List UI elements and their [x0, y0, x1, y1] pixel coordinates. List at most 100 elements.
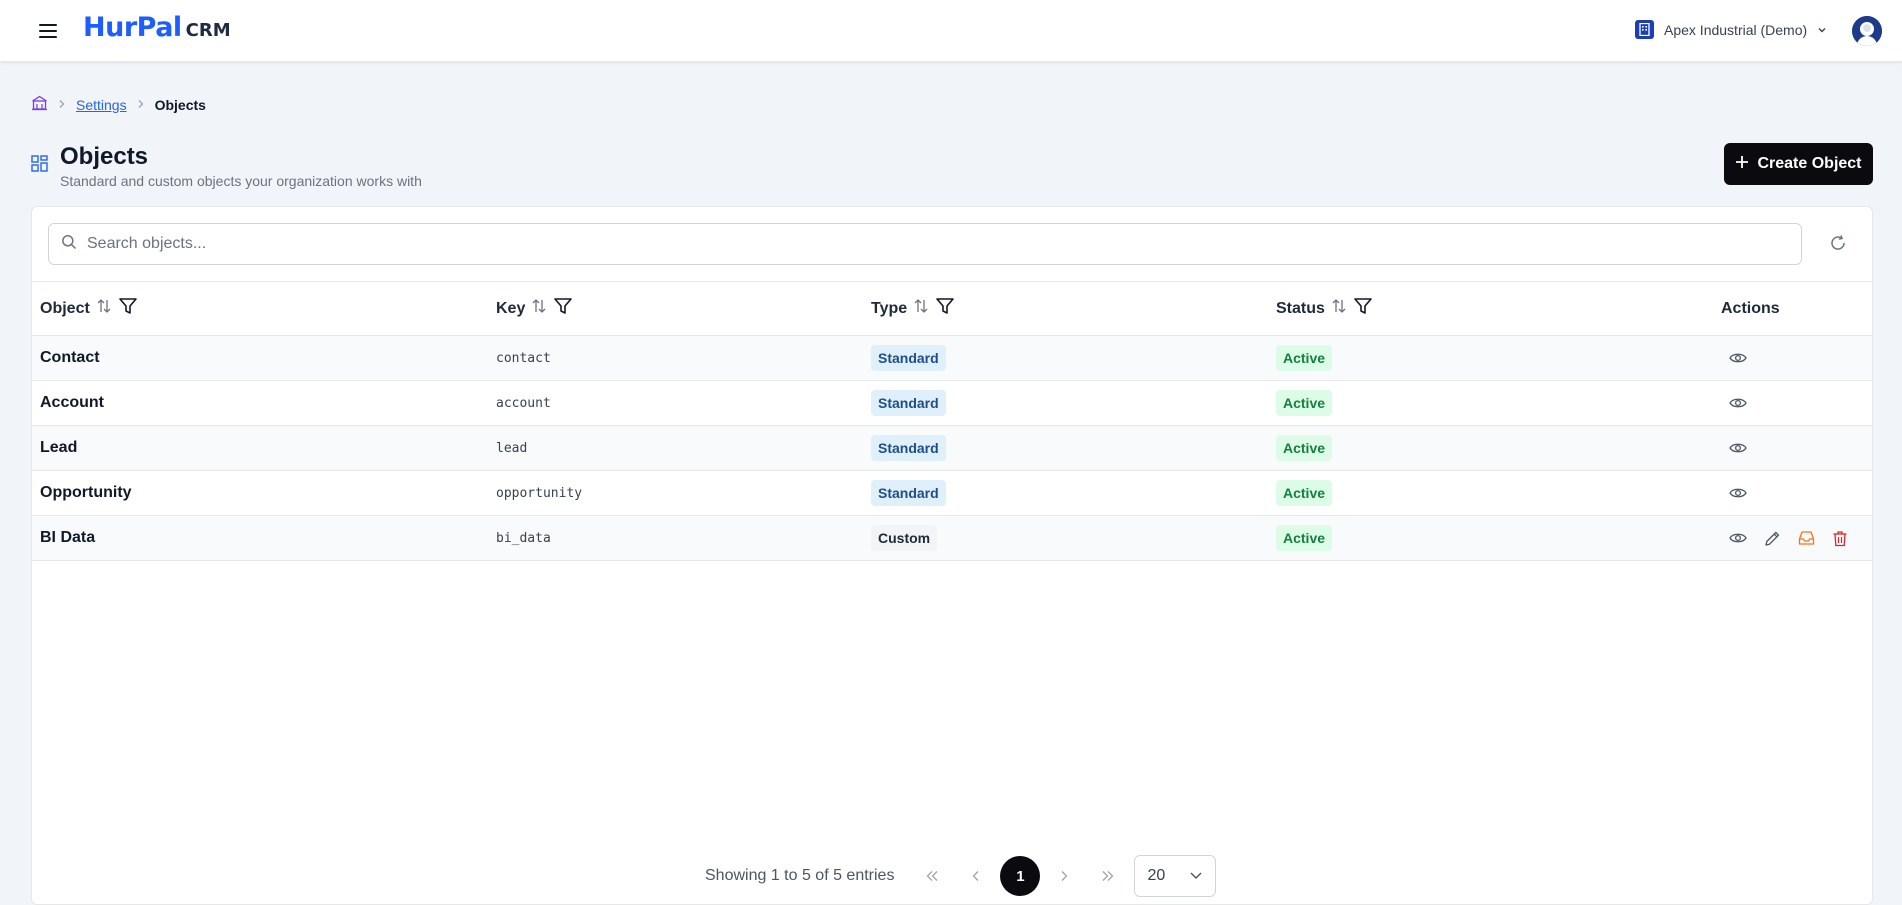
type-badge: Standard	[871, 390, 946, 416]
search-box	[48, 223, 1802, 265]
create-object-button[interactable]: Create Object	[1724, 143, 1873, 185]
type-cell: Standard	[863, 335, 1268, 381]
status-cell: Active	[1268, 470, 1713, 516]
status-badge: Active	[1276, 525, 1333, 551]
type-badge: Standard	[871, 480, 946, 506]
column-label-key: Key	[496, 299, 526, 317]
plus-icon	[1735, 155, 1749, 174]
filter-icon[interactable]	[553, 297, 573, 320]
table-row[interactable]: Account account Standard Active	[32, 380, 1872, 426]
status-badge: Active	[1276, 345, 1333, 371]
inbox-icon[interactable]	[1798, 530, 1815, 546]
type-cell: Custom	[863, 515, 1268, 561]
first-page-icon[interactable]	[910, 856, 954, 896]
pencil-icon[interactable]	[1764, 530, 1781, 547]
eye-icon[interactable]	[1729, 486, 1747, 500]
actions-cell	[1713, 335, 1872, 381]
eye-icon[interactable]	[1729, 396, 1747, 410]
pagination: Showing 1 to 5 of 5 entries 1 20	[705, 855, 1217, 897]
eye-icon[interactable]	[1729, 351, 1747, 365]
chevron-right-icon	[137, 97, 145, 112]
grid-icon	[31, 155, 48, 177]
page-button-current[interactable]: 1	[1000, 856, 1041, 896]
object-name: Lead	[32, 425, 488, 471]
type-cell: Standard	[863, 425, 1268, 471]
logo-suffix: CRM	[185, 20, 231, 41]
breadcrumb: Settings Objects	[31, 95, 206, 114]
eye-icon[interactable]	[1729, 441, 1747, 455]
org-name: Apex Industrial (Demo)	[1664, 21, 1808, 38]
table-row[interactable]: Contact contact Standard Active	[32, 335, 1872, 381]
object-name: BI Data	[32, 515, 488, 561]
eye-icon[interactable]	[1729, 531, 1747, 545]
breadcrumb-current: Objects	[154, 96, 206, 113]
home-icon[interactable]	[31, 95, 48, 114]
sort-icon[interactable]	[1331, 298, 1347, 319]
sort-icon[interactable]	[531, 298, 547, 319]
type-cell: Standard	[863, 380, 1268, 426]
actions-cell	[1713, 515, 1872, 561]
objects-card: Object Key Type Status Actions Contact c	[31, 206, 1873, 905]
logo[interactable]: HurPal CRM	[83, 12, 231, 43]
object-key: account	[488, 380, 863, 426]
status-cell: Active	[1268, 515, 1713, 561]
sort-icon[interactable]	[96, 298, 112, 319]
status-badge: Active	[1276, 435, 1333, 461]
status-badge: Active	[1276, 480, 1333, 506]
type-badge: Standard	[871, 345, 946, 371]
menu-icon[interactable]	[36, 20, 60, 42]
refresh-icon[interactable]	[1829, 234, 1847, 257]
building-icon	[1635, 20, 1654, 39]
top-bar: HurPal CRM Apex Industrial (Demo)	[0, 0, 1902, 62]
table-row[interactable]: Opportunity opportunity Standard Active	[32, 470, 1872, 516]
create-object-label: Create Object	[1757, 155, 1862, 172]
actions-cell	[1713, 425, 1872, 471]
prev-page-icon[interactable]	[954, 856, 998, 896]
table-header-row: Object Key Type Status Actions	[32, 281, 1872, 336]
page-size-select[interactable]: 20	[1134, 855, 1217, 897]
chevron-down-icon	[1189, 867, 1203, 885]
filter-icon[interactable]	[1353, 297, 1373, 320]
chevron-down-icon	[1817, 22, 1827, 38]
type-cell: Standard	[863, 470, 1268, 516]
org-switcher[interactable]: Apex Industrial (Demo)	[1635, 20, 1827, 39]
next-page-icon[interactable]	[1042, 856, 1086, 896]
actions-cell	[1713, 470, 1872, 516]
object-key: opportunity	[488, 470, 863, 516]
filter-icon[interactable]	[118, 297, 138, 320]
breadcrumb-settings-link[interactable]: Settings	[76, 97, 127, 113]
column-header-type: Type	[863, 281, 1268, 336]
table-row[interactable]: BI Data bi_data Custom Active	[32, 515, 1872, 561]
search-input[interactable]	[87, 235, 1737, 253]
object-name: Contact	[32, 335, 488, 381]
object-key: bi_data	[488, 515, 863, 561]
status-cell: Active	[1268, 425, 1713, 471]
sort-icon[interactable]	[913, 298, 929, 319]
object-key: lead	[488, 425, 863, 471]
chevron-right-icon	[58, 97, 66, 112]
column-label-status: Status	[1276, 299, 1325, 317]
user-avatar[interactable]	[1852, 16, 1882, 46]
status-badge: Active	[1276, 390, 1333, 416]
filter-icon[interactable]	[935, 297, 955, 320]
objects-table: Object Key Type Status Actions Contact c	[32, 281, 1872, 561]
column-label-actions: Actions	[1721, 299, 1780, 317]
pagination-info: Showing 1 to 5 of 5 entries	[705, 867, 895, 884]
column-label-type: Type	[871, 299, 908, 317]
table-row[interactable]: Lead lead Standard Active	[32, 425, 1872, 471]
trash-icon[interactable]	[1832, 530, 1848, 547]
object-name: Opportunity	[32, 470, 488, 516]
column-label-object: Object	[40, 299, 90, 317]
status-cell: Active	[1268, 335, 1713, 381]
page-subtitle: Standard and custom objects your organiz…	[60, 173, 422, 189]
column-header-status: Status	[1268, 281, 1713, 336]
last-page-icon[interactable]	[1086, 856, 1130, 896]
type-badge: Custom	[871, 525, 938, 551]
status-cell: Active	[1268, 380, 1713, 426]
object-name: Account	[32, 380, 488, 426]
search-icon	[49, 234, 77, 255]
logo-brand: HurPal	[83, 12, 182, 43]
column-header-key: Key	[488, 281, 863, 336]
type-badge: Standard	[871, 435, 946, 461]
page-title: Objects	[60, 143, 149, 170]
